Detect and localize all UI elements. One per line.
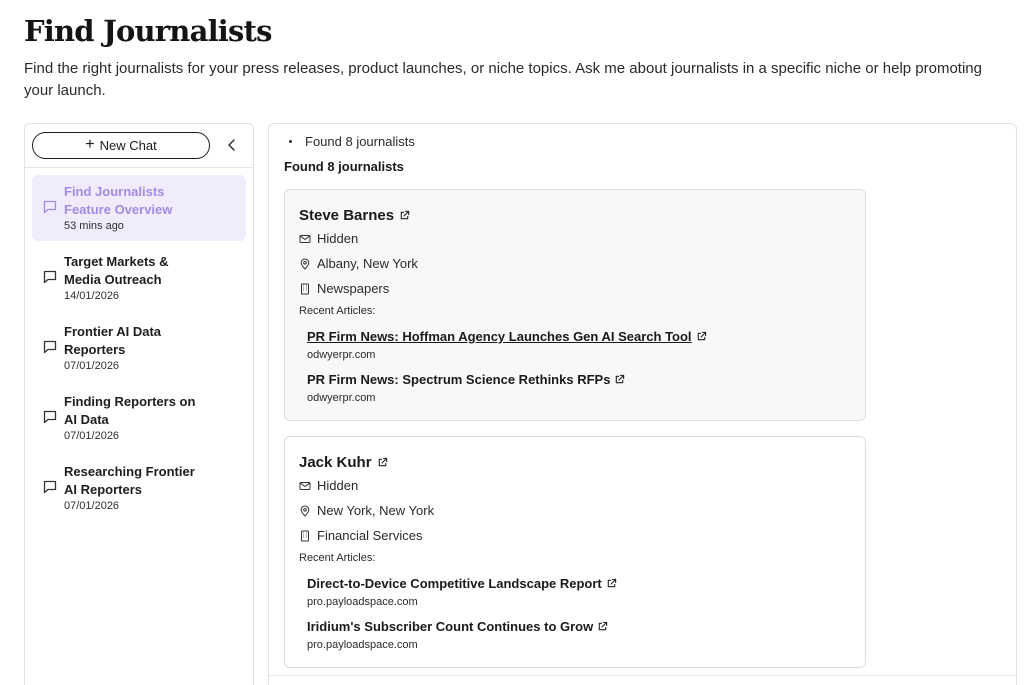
article-title: Iridium's Subscriber Count Continues to … xyxy=(307,619,594,634)
article-domain: pro.payloadspace.com xyxy=(307,639,418,651)
journalist-card: Jack Kuhr Hidden New York, New York Fina… xyxy=(284,436,866,668)
journalist-name-link[interactable]: Steve Barnes xyxy=(299,204,851,226)
chat-item-title: Find Journalists Feature Overview xyxy=(64,184,173,217)
article-item: Iridium's Subscriber Count Continues to … xyxy=(299,617,851,654)
external-link-icon[interactable] xyxy=(696,331,707,342)
article-title: PR Firm News: Spectrum Science Rethinks … xyxy=(307,372,611,387)
divider xyxy=(269,675,1016,676)
chat-bubble-icon xyxy=(43,340,57,354)
chat-item-finding-reporters[interactable]: Finding Reporters on AI Data 07/01/2026 xyxy=(32,385,246,451)
chat-item-date: 07/01/2026 xyxy=(64,430,120,442)
location-value: Albany, New York xyxy=(317,256,418,271)
article-item: PR Firm News: Spectrum Science Rethinks … xyxy=(299,370,851,407)
chat-item-title: Target Markets & Media Outreach xyxy=(64,254,169,287)
article-title: PR Firm News: Hoffman Agency Launches Ge… xyxy=(307,329,692,344)
article-domain: pro.payloadspace.com xyxy=(307,596,418,608)
article-link[interactable]: PR Firm News: Hoffman Agency Launches Ge… xyxy=(307,327,707,346)
chat-results-panel: Found 8 journalists Found 8 journalists … xyxy=(268,123,1017,685)
map-pin-icon xyxy=(300,505,310,517)
article-link[interactable]: Direct-to-Device Competitive Landscape R… xyxy=(307,574,617,593)
email-row: Hidden xyxy=(299,473,851,498)
email-value: Hidden xyxy=(317,478,359,493)
chat-item-title: Researching Frontier AI Reporters xyxy=(64,464,195,497)
external-link-icon[interactable] xyxy=(399,210,410,221)
chat-bubble-icon xyxy=(43,480,57,494)
chat-bubble-icon xyxy=(43,410,57,424)
external-link-icon[interactable] xyxy=(377,457,388,468)
article-item: PR Firm News: Hoffman Agency Launches Ge… xyxy=(299,327,851,364)
recent-articles-label: Recent Articles: xyxy=(299,305,376,317)
outlet-type-value: Newspapers xyxy=(317,281,390,296)
sidebar-header: + New Chat xyxy=(25,124,253,168)
status-line: Found 8 journalists xyxy=(289,134,415,149)
chat-sidebar: + New Chat Find Journalists Feature Over… xyxy=(24,123,254,685)
external-link-icon[interactable] xyxy=(614,374,625,385)
chat-item-researching-frontier[interactable]: Researching Frontier AI Reporters 07/01/… xyxy=(32,455,246,521)
chat-item-date: 07/01/2026 xyxy=(64,500,120,512)
article-title: Direct-to-Device Competitive Landscape R… xyxy=(307,576,602,591)
article-link[interactable]: PR Firm News: Spectrum Science Rethinks … xyxy=(307,370,625,389)
journalist-name-link[interactable]: Jack Kuhr xyxy=(299,451,851,473)
email-row: Hidden xyxy=(299,226,851,251)
chat-item-date: 07/01/2026 xyxy=(64,360,120,372)
status-text: Found 8 journalists xyxy=(305,134,415,149)
new-chat-label: New Chat xyxy=(99,138,157,153)
external-link-icon[interactable] xyxy=(597,621,608,632)
chat-item-find-journalists-overview[interactable]: Find Journalists Feature Overview 53 min… xyxy=(32,175,246,241)
chat-item-target-markets[interactable]: Target Markets & Media Outreach 14/01/20… xyxy=(32,245,246,311)
outlet-type-row: Newspapers xyxy=(299,276,851,301)
building-icon xyxy=(301,283,309,294)
location-row: New York, New York xyxy=(299,498,851,523)
plus-icon: + xyxy=(85,136,95,153)
journalist-card: Steve Barnes Hidden Albany, New York New… xyxy=(284,189,866,421)
recent-articles-label: Recent Articles: xyxy=(299,552,376,564)
article-link[interactable]: Iridium's Subscriber Count Continues to … xyxy=(307,617,608,636)
chat-history-list: Find Journalists Feature Overview 53 min… xyxy=(32,175,246,525)
article-domain: odwyerpr.com xyxy=(307,392,376,404)
map-pin-icon xyxy=(300,258,310,270)
result-heading: Found 8 journalists xyxy=(284,159,404,174)
chat-bubble-icon xyxy=(43,200,57,214)
journalist-name: Steve Barnes xyxy=(299,206,395,224)
chat-bubble-icon xyxy=(43,270,57,284)
page-description: Find the right journalists for your pres… xyxy=(24,60,982,99)
bullet-icon xyxy=(289,140,292,143)
article-domain: odwyerpr.com xyxy=(307,349,376,361)
journalist-name: Jack Kuhr xyxy=(299,453,372,471)
location-row: Albany, New York xyxy=(299,251,851,276)
collapse-sidebar-button[interactable] xyxy=(223,136,241,154)
chat-item-frontier-ai-data[interactable]: Frontier AI Data Reporters 07/01/2026 xyxy=(32,315,246,381)
chevron-left-icon xyxy=(228,139,235,151)
article-item: Direct-to-Device Competitive Landscape R… xyxy=(299,574,851,611)
outlet-type-row: Financial Services xyxy=(299,523,851,548)
building-icon xyxy=(301,530,309,541)
external-link-icon[interactable] xyxy=(606,578,617,589)
mail-icon xyxy=(299,234,311,243)
page-title: Find Journalists xyxy=(24,14,272,48)
chat-item-date: 53 mins ago xyxy=(64,220,124,232)
chat-item-title: Finding Reporters on AI Data xyxy=(64,394,196,427)
chat-item-title: Frontier AI Data Reporters xyxy=(64,324,162,357)
mail-icon xyxy=(299,481,311,490)
outlet-type-value: Financial Services xyxy=(317,528,423,543)
chat-item-date: 14/01/2026 xyxy=(64,290,120,302)
email-value: Hidden xyxy=(317,231,359,246)
location-value: New York, New York xyxy=(317,503,435,518)
new-chat-button[interactable]: + New Chat xyxy=(32,132,210,159)
